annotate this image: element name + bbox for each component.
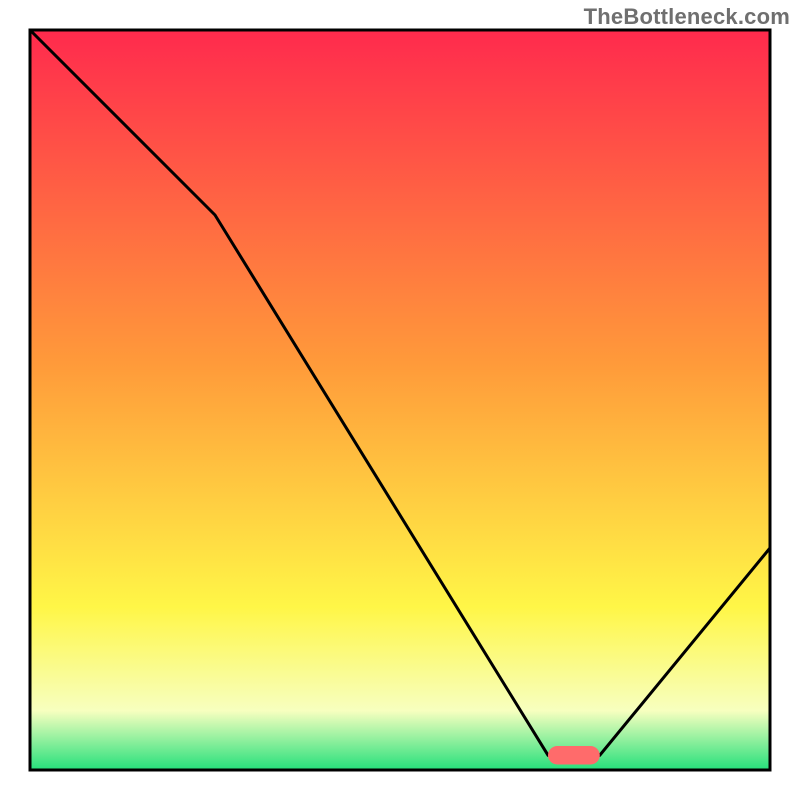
chart-container: TheBottleneck.com <box>0 0 800 800</box>
bottleneck-chart <box>0 0 800 800</box>
optimal-marker <box>548 746 600 765</box>
watermark-text: TheBottleneck.com <box>584 4 790 30</box>
